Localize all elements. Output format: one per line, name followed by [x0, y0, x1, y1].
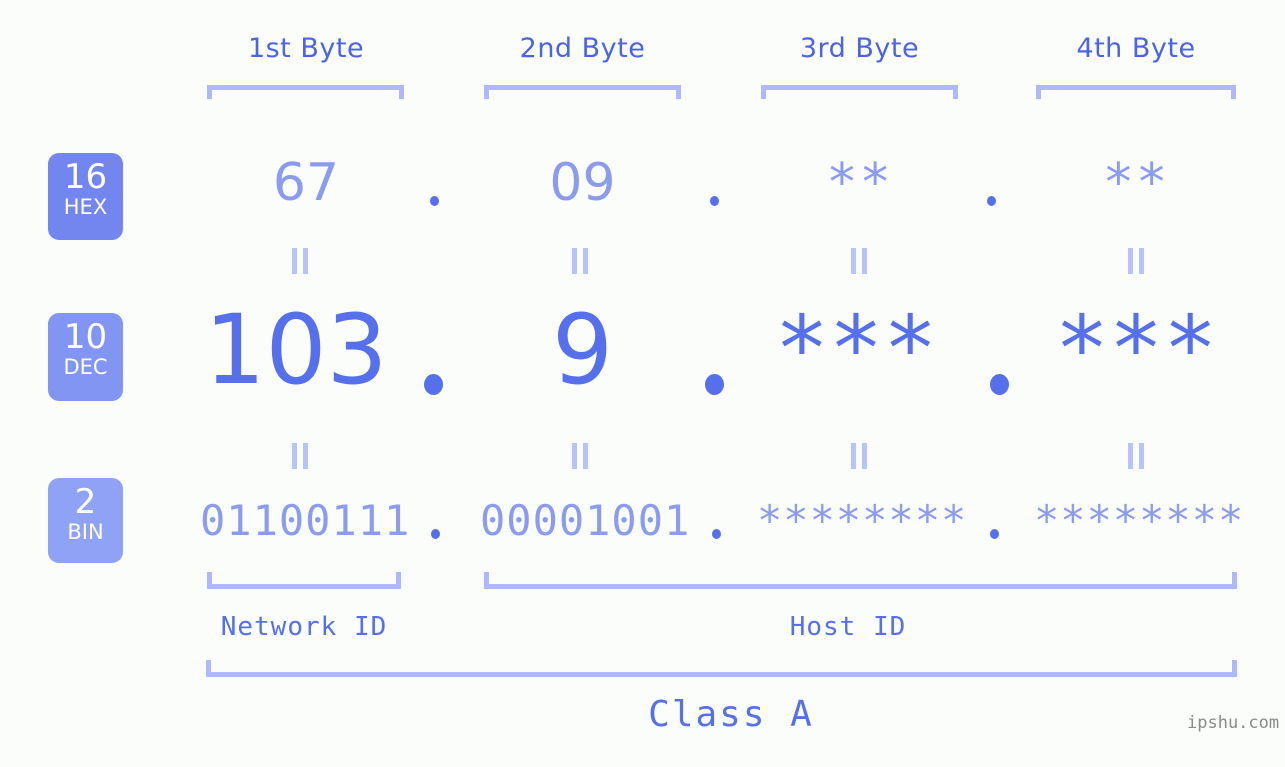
hex-byte-2-value: 09 — [549, 153, 616, 213]
hex-separator-dot-2 — [710, 196, 719, 206]
byte-header-2: 2nd Byte — [519, 33, 646, 64]
byte-header-4: 4th Byte — [1076, 33, 1196, 64]
bin-byte-1-value: 01100111 — [200, 496, 411, 545]
byte-bracket-top-3 — [761, 85, 958, 99]
byte-header-3: 3rd Byte — [799, 33, 920, 64]
dec-byte-1-value: 103 — [204, 294, 388, 406]
base-badge-bin-label: BIN — [67, 520, 104, 544]
class-label: Class A — [648, 694, 814, 735]
hex-byte-1-value: 67 — [272, 153, 340, 213]
dec-separator-dot-1 — [424, 374, 443, 395]
hex-byte-3-value: ** — [826, 153, 893, 213]
dec-separator-dot-2 — [705, 374, 724, 395]
equals-connector-hex-dec-3 — [851, 248, 868, 274]
dec-byte-3-value: *** — [774, 297, 938, 402]
hex-byte-4-value: ** — [1102, 153, 1170, 213]
equals-connector-dec-bin-4 — [1128, 443, 1145, 469]
base-badge-dec: 10 DEC — [48, 313, 123, 401]
bin-byte-3-value: ******** — [757, 496, 968, 545]
equals-connector-hex-dec-1 — [292, 248, 309, 274]
network-id-label: Network ID — [220, 612, 388, 642]
dec-byte-2-value: 9 — [551, 294, 614, 406]
equals-connector-dec-bin-3 — [851, 443, 868, 469]
dec-separator-dot-3 — [990, 374, 1009, 395]
equals-connector-dec-bin-2 — [572, 443, 589, 469]
host-id-label: Host ID — [789, 612, 907, 642]
hex-separator-dot-3 — [987, 196, 996, 206]
byte-bracket-top-1 — [207, 85, 404, 99]
byte-bracket-top-2 — [484, 85, 681, 99]
base-badge-bin-number: 2 — [74, 482, 97, 522]
bin-separator-dot-1 — [431, 529, 440, 539]
class-bracket — [206, 660, 1237, 677]
dec-byte-4-value: *** — [1054, 297, 1218, 402]
site-watermark: ipshu.com — [1187, 713, 1280, 733]
bin-separator-dot-2 — [712, 529, 721, 539]
hex-separator-dot-1 — [430, 196, 439, 206]
bin-byte-2-value: 00001001 — [480, 496, 691, 545]
network-id-bracket — [207, 572, 401, 589]
bin-separator-dot-3 — [990, 529, 999, 539]
ip-address-breakdown-diagram: 1st Byte 2nd Byte 3rd Byte 4th Byte 16 H… — [0, 0, 1285, 767]
base-badge-bin: 2 BIN — [48, 478, 123, 563]
bin-byte-4-value: ******** — [1034, 496, 1245, 545]
byte-bracket-top-4 — [1036, 85, 1236, 99]
base-badge-dec-label: DEC — [63, 355, 108, 379]
equals-connector-dec-bin-1 — [292, 443, 309, 469]
base-badge-hex-number: 16 — [63, 157, 108, 197]
equals-connector-hex-dec-2 — [572, 248, 589, 274]
host-id-bracket — [484, 572, 1237, 589]
base-badge-dec-number: 10 — [63, 317, 108, 357]
base-badge-hex-label: HEX — [63, 195, 108, 219]
byte-header-1: 1st Byte — [247, 33, 365, 64]
equals-connector-hex-dec-4 — [1128, 248, 1145, 274]
base-badge-hex: 16 HEX — [48, 153, 123, 240]
